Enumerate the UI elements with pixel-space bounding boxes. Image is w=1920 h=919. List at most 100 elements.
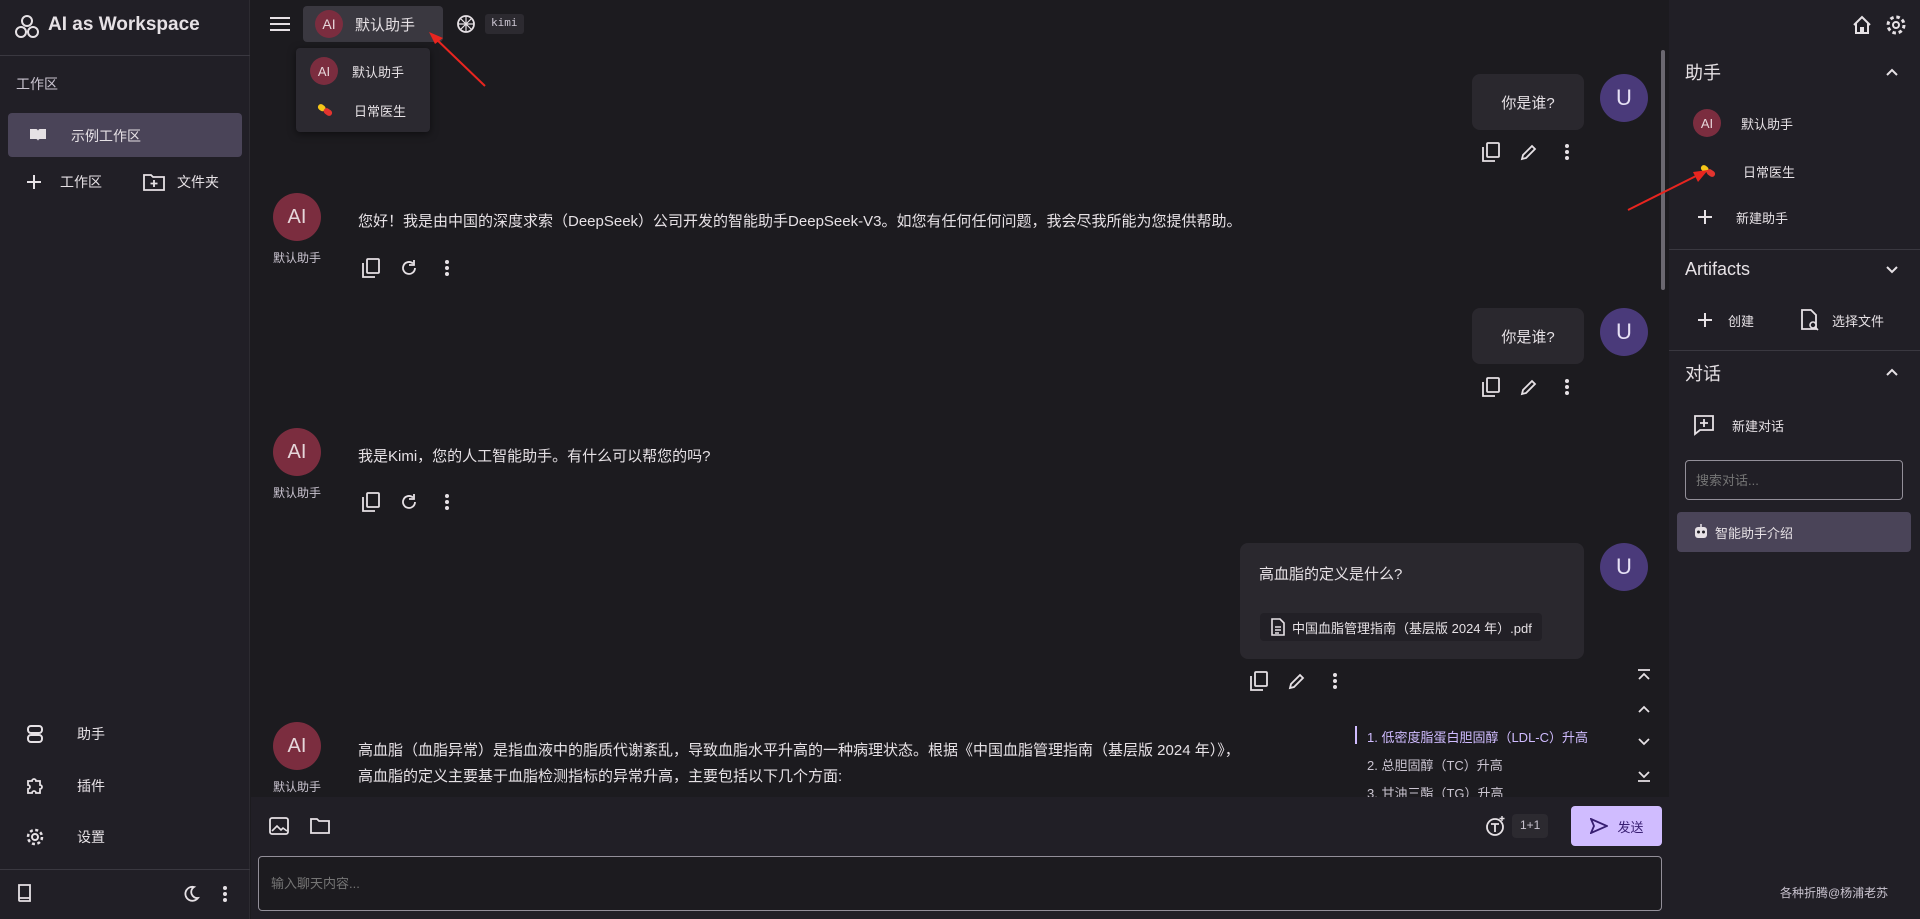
scroll-bottom-icon[interactable] [1634, 766, 1654, 786]
assistant-selector-label: 默认助手 [355, 16, 416, 34]
dark-mode-icon[interactable] [180, 883, 202, 905]
add-workspace-button[interactable]: 工作区 [24, 170, 114, 194]
new-assistant-label: 新建助手 [1736, 210, 1789, 226]
scroll-down-icon[interactable] [1634, 732, 1654, 752]
nav-assistants[interactable]: 助手 [24, 720, 224, 748]
send-button[interactable]: 发送 [1571, 806, 1662, 846]
ai-message-text: 您好！我是由中国的深度求索（DeepSeek）公司开发的智能助手DeepSeek… [358, 213, 1242, 230]
copy-icon[interactable] [1247, 669, 1271, 693]
add-folder-label: 文件夹 [177, 174, 219, 190]
watermark: 各种折腾@杨浦老苏 [1780, 886, 1889, 900]
user-message-text: 高血脂的定义是什么? [1259, 566, 1403, 583]
more-vertical-icon[interactable] [1555, 375, 1579, 399]
assistant-avatar: AI [315, 10, 343, 38]
scroll-top-icon[interactable] [1634, 665, 1654, 685]
chat-plus-icon [1693, 414, 1715, 436]
gear-icon [24, 826, 46, 848]
conversation-search-input[interactable] [1685, 460, 1903, 500]
annotation-arrow [429, 32, 486, 87]
folder-plus-icon [143, 172, 165, 192]
chevron-down-icon[interactable] [1882, 260, 1902, 280]
dropdown-item-doctor[interactable]: 日常医生 [296, 92, 430, 128]
nav-settings-label: 设置 [77, 829, 105, 845]
edit-icon[interactable] [1517, 140, 1541, 164]
folder-icon[interactable] [309, 815, 331, 837]
refresh-icon[interactable] [397, 256, 421, 280]
nav-plugins-label: 插件 [77, 778, 105, 794]
settings-icon[interactable] [1884, 13, 1908, 37]
more-vertical-icon[interactable] [215, 883, 235, 905]
assistant-item-doctor[interactable]: 日常医生 [1699, 156, 1899, 186]
user-message-actions [1247, 669, 1347, 693]
toc-item[interactable]: 1. 低密度脂蛋白胆固醇（LDL-C）升高 [1367, 727, 1588, 746]
copy-icon[interactable] [359, 256, 383, 280]
add-folder-button[interactable]: 文件夹 [143, 170, 243, 194]
assistants-section-title: 助手 [1685, 63, 1721, 83]
text-format-icon[interactable] [1483, 814, 1507, 838]
left-sidebar: AI as Workspace 工作区 示例工作区 工作区 文件夹 助手 插件 … [0, 0, 250, 919]
book-icon[interactable] [14, 882, 36, 904]
more-vertical-icon[interactable] [435, 256, 459, 280]
puzzle-icon [24, 775, 46, 797]
assistant-item-default[interactable]: AI 默认助手 [1693, 108, 1893, 138]
home-icon[interactable] [1850, 13, 1874, 37]
choose-file-button[interactable]: 选择文件 [1800, 306, 1920, 334]
pill-icon [316, 101, 334, 119]
workspace-section-label: 工作区 [16, 76, 58, 92]
annotation-arrow [1627, 170, 1708, 211]
toc-item[interactable]: 3. 甘油三酯（TG）升高 [1367, 783, 1504, 797]
main-area: AI 默认助手 kimi AI 默认助手 日常医生 你是谁? U AI 默认助手… [251, 0, 1669, 919]
toc-active-bar [1355, 726, 1357, 744]
attachment-chip[interactable]: 中国血脂管理指南（基层版 2024 年）.pdf [1260, 613, 1542, 641]
chat-input[interactable] [258, 856, 1662, 911]
create-artifact-button[interactable]: 创建 [1696, 306, 1796, 334]
image-icon[interactable] [268, 815, 290, 837]
edit-icon[interactable] [1517, 375, 1541, 399]
chevron-up-icon[interactable] [1882, 62, 1902, 82]
robot-face-icon [1693, 524, 1709, 540]
assistant-item-doctor-label: 日常医生 [1743, 164, 1796, 180]
ai-avatar: AI [273, 722, 321, 770]
nav-assistants-label: 助手 [77, 726, 105, 742]
attachment-name: 中国血脂管理指南（基层版 2024 年）.pdf [1292, 620, 1532, 636]
ai-message-actions [359, 256, 459, 280]
ai-message-line1: 高血脂（血脂异常）是指血液中的脂质代谢紊乱，导致血脂水平升高的一种病理状态。根据… [358, 742, 1240, 759]
app-logo-icon [14, 14, 40, 40]
menu-icon[interactable] [268, 12, 292, 36]
chevron-up-icon[interactable] [1882, 362, 1902, 382]
more-vertical-icon[interactable] [1555, 140, 1579, 164]
send-button-label: 发送 [1617, 819, 1644, 835]
nav-plugins[interactable]: 插件 [24, 772, 224, 800]
dropdown-avatar: AI [310, 57, 338, 85]
copy-icon[interactable] [1479, 140, 1503, 164]
more-vertical-icon[interactable] [1323, 669, 1347, 693]
new-conversation-label: 新建对话 [1732, 418, 1785, 434]
workspace-item[interactable]: 示例工作区 [8, 113, 242, 157]
artifacts-section-title: Artifacts [1685, 259, 1751, 279]
new-conversation-button[interactable]: 新建对话 [1693, 411, 1893, 439]
user-message-actions [1479, 140, 1579, 164]
plus-icon [1696, 311, 1714, 329]
copy-icon[interactable] [359, 490, 383, 514]
refresh-icon[interactable] [397, 490, 421, 514]
copy-icon[interactable] [1479, 375, 1503, 399]
conversation-item[interactable]: 智能助手介绍 [1677, 512, 1911, 552]
scroll-up-icon[interactable] [1634, 699, 1654, 719]
more-vertical-icon[interactable] [435, 490, 459, 514]
user-message-text: 你是谁? [1501, 328, 1555, 346]
assistant-avatar: AI [1693, 109, 1721, 137]
user-avatar: U [1600, 74, 1648, 122]
edit-icon[interactable] [1285, 669, 1309, 693]
conversation-item-label: 智能助手介绍 [1715, 525, 1794, 541]
user-message-bubble: 你是谁? [1472, 74, 1584, 130]
ai-name: 默认助手 [273, 486, 322, 500]
token-counter: 1+1 [1512, 814, 1549, 838]
toc-item[interactable]: 2. 总胆固醇（TC）升高 [1367, 755, 1503, 774]
new-assistant-button[interactable]: 新建助手 [1696, 202, 1896, 232]
file-search-icon [1800, 309, 1820, 331]
add-workspace-label: 工作区 [60, 174, 102, 190]
dropdown-item-default[interactable]: AI 默认助手 [296, 52, 430, 90]
nav-settings[interactable]: 设置 [24, 823, 224, 851]
robot-icon [24, 723, 46, 745]
assistant-dropdown: AI 默认助手 日常医生 [296, 48, 430, 132]
